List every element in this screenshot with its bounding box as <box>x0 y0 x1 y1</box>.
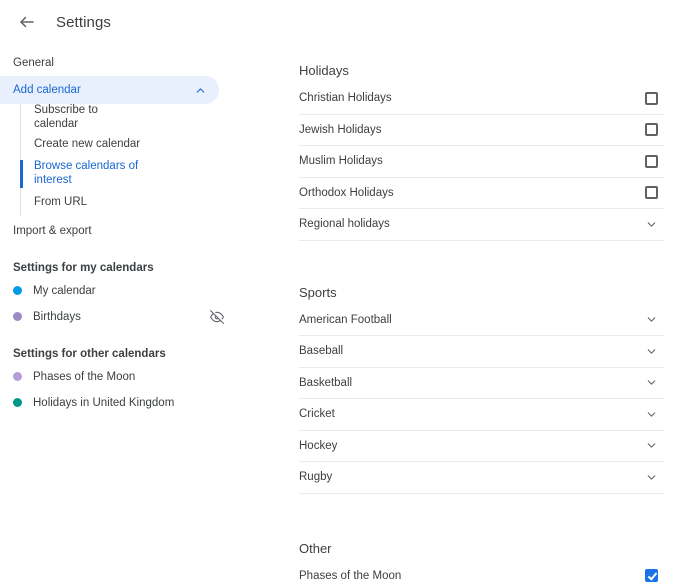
row-orthodox-holidays[interactable]: Orthodox Holidays <box>299 178 664 209</box>
row-label: Christian Holidays <box>299 92 392 105</box>
row-muslim-holidays[interactable]: Muslim Holidays <box>299 146 664 178</box>
group-rows-sports: American Football Baseball Basketball Cr… <box>261 305 664 494</box>
row-rugby[interactable]: Rugby <box>299 462 664 494</box>
eye-off-icon[interactable] <box>210 309 224 324</box>
sidebar-subitem-from-url[interactable]: From URL <box>21 190 240 216</box>
chevron-down-icon[interactable] <box>638 408 664 421</box>
row-christian-holidays[interactable]: Christian Holidays <box>299 83 664 115</box>
row-cricket[interactable]: Cricket <box>299 399 664 431</box>
checkbox-phases-of-the-moon[interactable] <box>638 569 664 583</box>
calendar-color-dot <box>13 372 22 382</box>
chevron-down-icon[interactable] <box>638 376 664 389</box>
sidebar-calendar-phases-of-the-moon[interactable]: Phases of the Moon <box>0 364 240 390</box>
sidebar-item-label: Import & export <box>13 224 92 237</box>
group-rows-holidays: Christian Holidays Jewish Holidays Musli… <box>261 83 664 241</box>
calendar-color-dot <box>13 312 22 322</box>
sidebar-calendar-my-calendar[interactable]: My calendar <box>0 278 240 304</box>
sidebar-subitem-label: Browse calendars of interest <box>34 159 139 186</box>
chevron-down-icon[interactable] <box>638 218 664 231</box>
row-regional-holidays[interactable]: Regional holidays <box>299 209 664 241</box>
row-american-football[interactable]: American Football <box>299 305 664 336</box>
group-title-sports: Sports <box>299 284 337 300</box>
chevron-down-icon[interactable] <box>638 439 664 452</box>
row-label: Orthodox Holidays <box>299 186 394 199</box>
row-label: Jewish Holidays <box>299 123 382 136</box>
sidebar-heading-my-calendars: Settings for my calendars <box>13 261 154 274</box>
group-title-holidays: Holidays <box>299 63 349 78</box>
sidebar-calendar-birthdays[interactable]: Birthdays <box>0 304 240 330</box>
group-title-other: Other <box>299 540 332 556</box>
sidebar-calendar-label: Birthdays <box>33 310 81 323</box>
sidebar-subitem-label: Create new calendar <box>34 137 141 150</box>
sidebar-subitem-subscribe-to-calendar[interactable]: Subscribe to calendar <box>21 104 240 132</box>
row-phases-of-the-moon[interactable]: Phases of the Moon <box>299 561 664 587</box>
app-header: Settings <box>0 0 700 44</box>
add-calendar-sublist: Subscribe to calendar Create new calenda… <box>20 104 240 216</box>
sidebar-subitem-browse-calendars-of-interest[interactable]: Browse calendars of interest <box>20 158 240 190</box>
row-label: Regional holidays <box>299 218 390 231</box>
body-wrapper: General Add calendar Subscribe to calend… <box>0 44 700 587</box>
row-label: Hockey <box>299 439 338 452</box>
row-jewish-holidays[interactable]: Jewish Holidays <box>299 115 664 146</box>
page-title: Settings <box>56 13 111 31</box>
sidebar-calendar-label: My calendar <box>33 284 96 297</box>
sidebar-subitem-create-new-calendar[interactable]: Create new calendar <box>21 132 240 158</box>
sidebar-calendar-holidays-in-united-kingdom[interactable]: Holidays in United Kingdom <box>0 390 240 416</box>
chevron-down-icon[interactable] <box>638 345 664 358</box>
sidebar-calendar-label: Phases of the Moon <box>33 370 136 383</box>
settings-page: Settings General Add calendar Subscribe … <box>0 0 700 587</box>
sidebar-subitem-label: From URL <box>34 195 88 208</box>
row-label: Phases of the Moon <box>299 569 402 582</box>
row-baseball[interactable]: Baseball <box>299 336 664 368</box>
row-hockey[interactable]: Hockey <box>299 431 664 462</box>
calendar-color-dot <box>13 398 22 408</box>
chevron-down-icon[interactable] <box>638 471 664 484</box>
sidebar-calendar-label: Holidays in United Kingdom <box>33 396 175 409</box>
checkbox-orthodox-holidays[interactable] <box>638 186 664 200</box>
row-basketball[interactable]: Basketball <box>299 368 664 399</box>
calendar-color-dot <box>13 286 22 296</box>
checkbox-christian-holidays[interactable] <box>638 91 664 105</box>
checkbox-jewish-holidays[interactable] <box>638 123 664 137</box>
arrow-back-icon[interactable] <box>12 7 42 37</box>
sidebar: General Add calendar Subscribe to calend… <box>0 44 240 587</box>
sidebar-item-general[interactable]: General <box>0 50 240 76</box>
sidebar-subitem-label: Subscribe to calendar <box>34 104 98 130</box>
sidebar-heading-other-calendars: Settings for other calendars <box>13 347 166 360</box>
row-label: Rugby <box>299 471 333 484</box>
sidebar-item-add-calendar[interactable]: Add calendar <box>0 76 219 104</box>
main-content: Holidays Christian Holidays Jewish Holid… <box>240 44 700 587</box>
row-label: Basketball <box>299 376 353 389</box>
row-label: Muslim Holidays <box>299 155 383 168</box>
row-label: American Football <box>299 313 392 326</box>
row-label: Cricket <box>299 408 335 421</box>
group-rows-other: Phases of the Moon <box>261 561 664 587</box>
row-label: Baseball <box>299 345 344 358</box>
sidebar-item-import-export[interactable]: Import & export <box>0 218 240 244</box>
checkbox-muslim-holidays[interactable] <box>638 154 664 168</box>
chevron-down-icon[interactable] <box>638 313 664 326</box>
content-inner: Holidays Christian Holidays Jewish Holid… <box>240 63 700 587</box>
sidebar-item-label: Add calendar <box>13 84 81 96</box>
chevron-up-icon[interactable] <box>194 84 207 97</box>
sidebar-item-label: General <box>13 57 54 69</box>
